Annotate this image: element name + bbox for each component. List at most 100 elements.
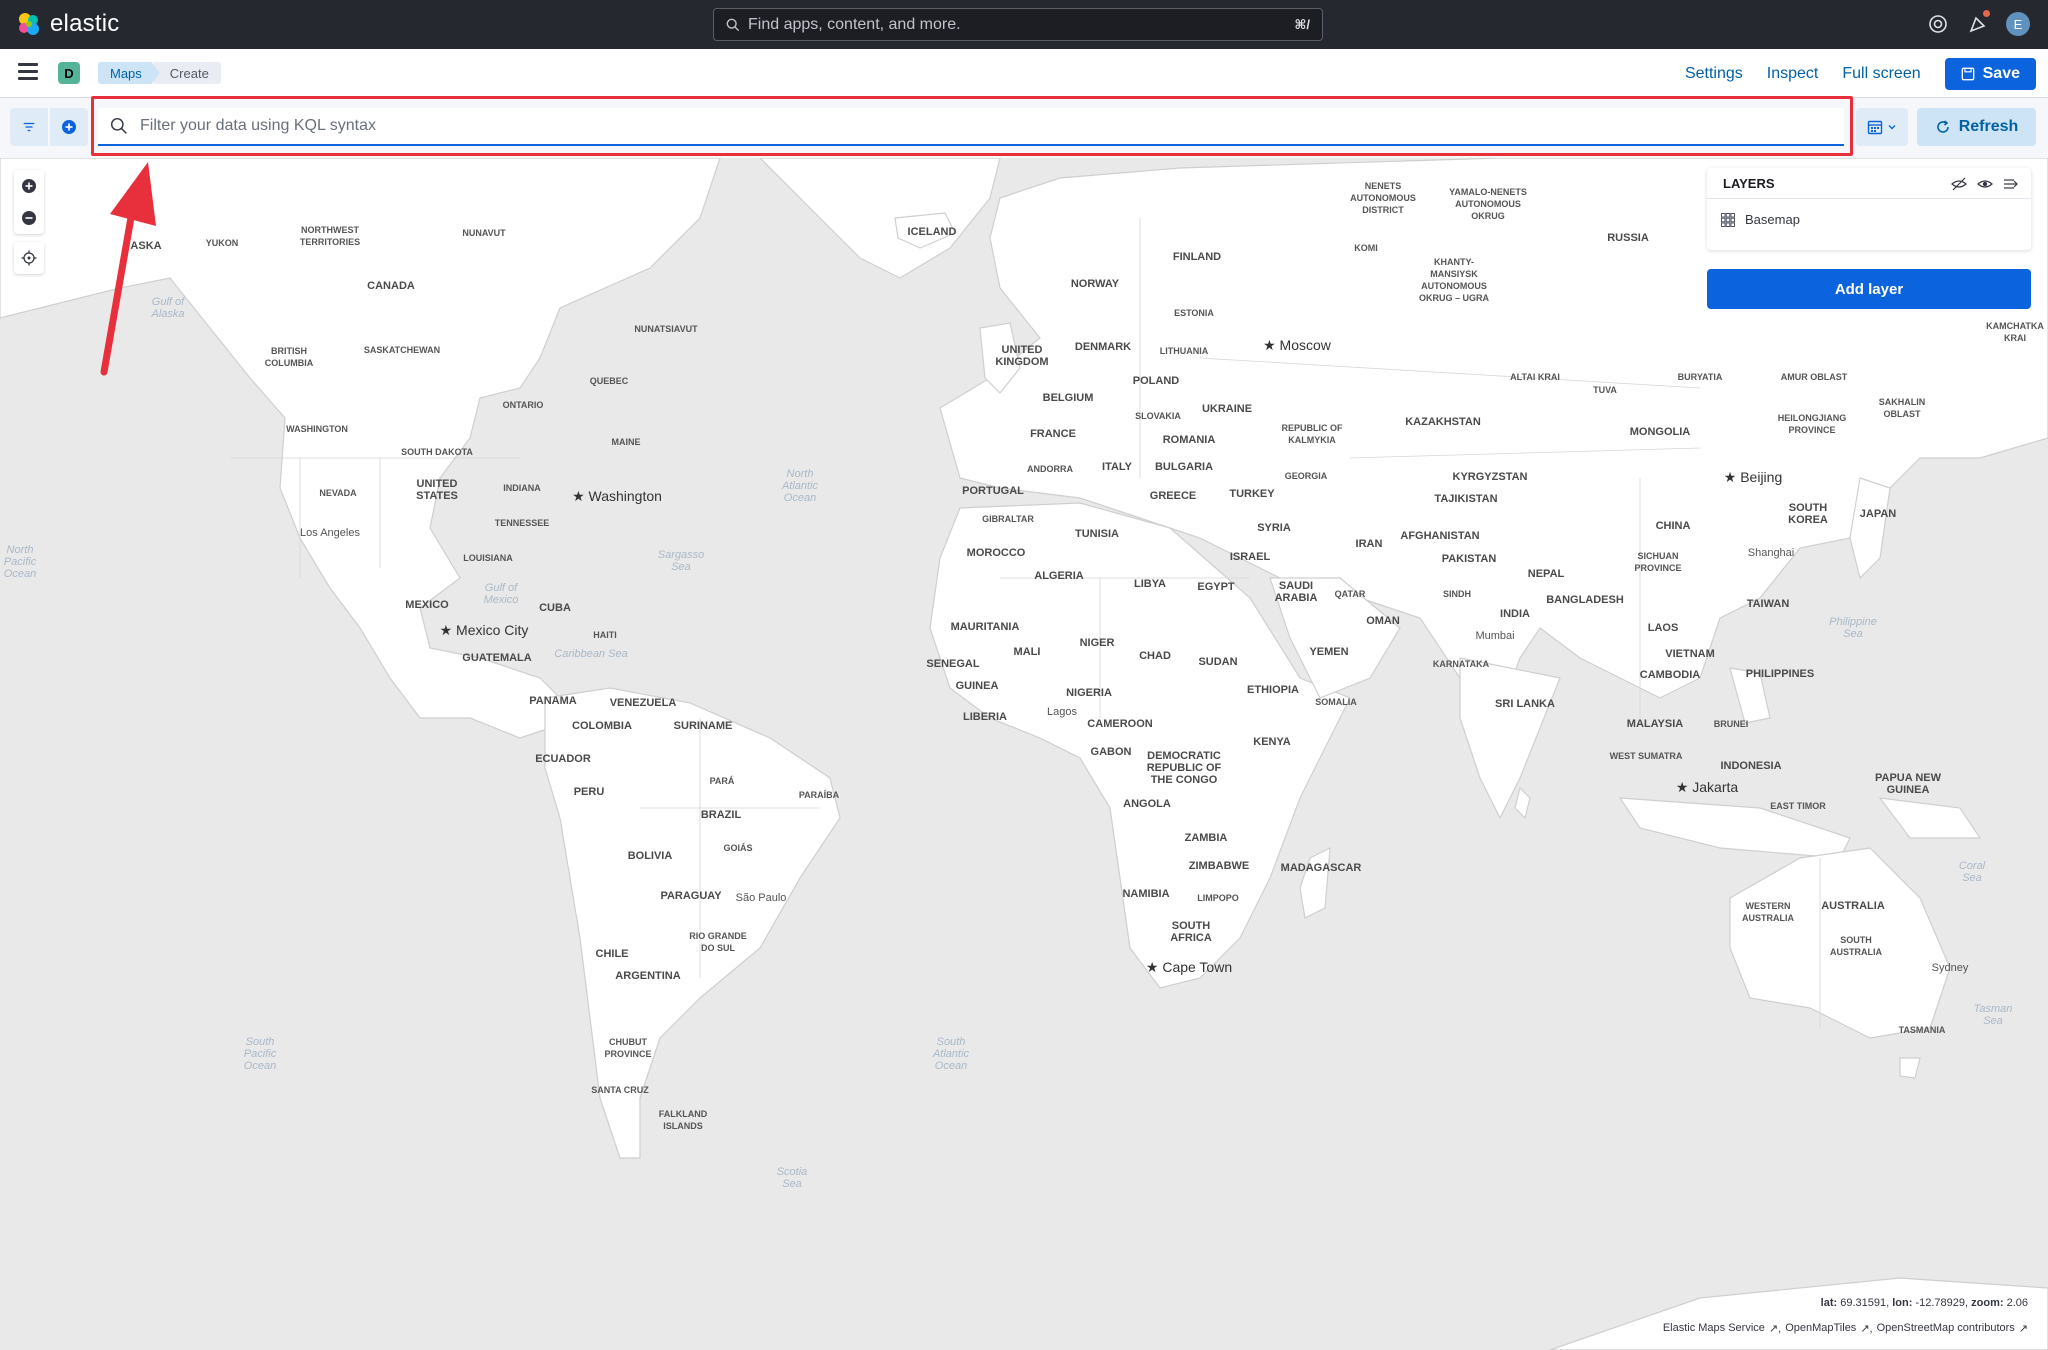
elastic-logo-icon (19, 13, 39, 35)
global-search-field[interactable]: Find apps, content, and more. ⌘/ (713, 8, 1323, 41)
layer-item-basemap[interactable]: Basemap (1721, 212, 1800, 227)
filter-options-button[interactable] (10, 108, 48, 146)
chevron-down-icon (1888, 125, 1896, 130)
cheer-icon (1969, 16, 1986, 33)
country-label: GREECE (1149, 490, 1197, 502)
settings-link[interactable]: Settings (1685, 65, 1743, 83)
country-label: MEXICO (405, 599, 449, 611)
country-label: YAMALO-NENETS AUTONOMOUS OKRUG (1449, 187, 1527, 221)
country-label: BELGIUM (1042, 392, 1094, 404)
country-label: NUNATSIAVUT (634, 324, 698, 334)
kql-query-input[interactable] (140, 117, 1832, 135)
city-name: Beijing (1740, 469, 1783, 485)
refresh-button[interactable]: Refresh (1917, 108, 2036, 146)
country-label: YEMEN (1309, 646, 1349, 658)
country-label: SOUTH AFRICA (1170, 920, 1212, 944)
country-label: LITHUANIA (1159, 346, 1209, 356)
country-label: NAMIBIA (1122, 888, 1170, 900)
city-name: Jakarta (1692, 779, 1739, 795)
country-label: AMUR OBLAST (1780, 372, 1848, 382)
full-screen-link[interactable]: Full screen (1842, 65, 1920, 83)
zoom-value: 2.06 (2006, 1297, 2028, 1309)
minus-in-circle-icon (22, 211, 36, 225)
save-button[interactable]: Save (1944, 58, 2036, 90)
country-label: CHUBUT PROVINCE (604, 1037, 652, 1059)
country-label: PERU (573, 786, 605, 798)
fit-to-data-button[interactable] (14, 242, 44, 274)
country-label: SANTA CRUZ (591, 1085, 649, 1095)
eye-closed-icon[interactable] (1951, 176, 1967, 192)
hamburger-menu-button[interactable] (18, 63, 38, 83)
country-label: PHILIPPINES (1745, 668, 1815, 680)
country-label: VENEZUELA (609, 697, 677, 709)
zoom-in-button[interactable] (14, 170, 44, 202)
plus-in-circle-icon (62, 120, 76, 134)
country-label: RUSSIA (1607, 232, 1649, 244)
country-label: LIMPOPO (1197, 893, 1239, 903)
country-label: KOMI (1354, 243, 1378, 253)
country-label: KHANTY-MANSIYSK AUTONOMOUS OKRUG – UGRA (1418, 257, 1489, 303)
country-label: ZAMBIA (1184, 832, 1228, 844)
country-label: DEMOCRATIC REPUBLIC OF THE CONGO (1146, 750, 1222, 786)
madagascar-shape (1299, 846, 1331, 919)
external-link-icon: ↗ (2018, 1323, 2028, 1335)
refresh-icon (1936, 120, 1949, 133)
date-picker-button[interactable] (1856, 108, 1908, 146)
space-avatar[interactable]: D (58, 62, 80, 84)
country-label: CAMBODIA (1639, 669, 1701, 681)
country-label: UNITED STATES (416, 478, 458, 502)
breadcrumb-create: Create (153, 62, 221, 84)
user-avatar[interactable]: E (2006, 12, 2030, 36)
country-label: VIETNAM (1665, 648, 1715, 660)
save-icon (1961, 67, 1974, 81)
add-layer-button[interactable]: Add layer (1707, 269, 2031, 309)
ocean-label: South Pacific Ocean (243, 1036, 277, 1072)
country-label: NUNAVUT (462, 228, 506, 238)
help-button[interactable] (1926, 12, 1950, 36)
country-label: YUKON (205, 238, 239, 248)
collapse-panel-icon[interactable] (2003, 176, 2019, 192)
country-label: BULGARIA (1154, 461, 1214, 473)
elastic-logo[interactable]: elastic (16, 10, 119, 38)
calendar-icon (1867, 120, 1883, 135)
attribution-link-ems[interactable]: Elastic Maps Service (1663, 1322, 1765, 1335)
global-header: elastic Find apps, content, and more. ⌘/… (0, 0, 2048, 49)
country-label: GUINEA (955, 680, 999, 692)
country-label: BRITISH COLUMBIA (264, 346, 314, 368)
country-label: GOIÁS (723, 843, 753, 853)
country-label: INDONESIA (1720, 760, 1782, 772)
add-filter-button[interactable] (50, 108, 88, 146)
country-label: CHILE (595, 948, 629, 960)
map-canvas[interactable]: ASKA YUKON NORTHWEST TERRITORIES NUNAVUT… (0, 158, 2048, 1350)
country-label: LOUISIANA (463, 553, 513, 563)
global-search-placeholder: Find apps, content, and more. (748, 15, 961, 33)
country-label: GIBRALTAR (982, 514, 1034, 524)
country-label: TAIWAN (1746, 598, 1790, 610)
breadcrumb-maps[interactable]: Maps (98, 62, 160, 84)
country-label: KENYA (1253, 736, 1291, 748)
mouse-coordinates: lat: 69.31591, lon: -12.78929, zoom: 2.0… (1816, 1296, 2032, 1310)
kql-search-field[interactable] (98, 108, 1844, 146)
sri-lanka-shape (1514, 786, 1531, 820)
news-feed-button[interactable] (1966, 10, 1990, 36)
layer-name: Basemap (1745, 212, 1800, 227)
grid-icon (1721, 212, 1735, 227)
country-label: ANDORRA (1027, 464, 1073, 474)
attribution-link-openmaptiles[interactable]: OpenMapTiles (1785, 1322, 1856, 1335)
country-label: EGYPT (1197, 581, 1235, 593)
attribution-link-osm[interactable]: OpenStreetMap contributors (1877, 1322, 2015, 1335)
country-label: MAURITANIA (950, 621, 1020, 633)
city-label: São Paulo (735, 892, 787, 904)
country-label: SAUDI ARABIA (1274, 580, 1318, 604)
country-label: WASHINGTON (286, 424, 348, 434)
country-label: QUEBEC (589, 376, 629, 386)
city-label: Sydney (1931, 962, 1969, 974)
city-label: ★ Beijing (1723, 469, 1783, 485)
country-label: UNITED KINGDOM (995, 344, 1049, 368)
country-label: SOUTH AUSTRALIA (1830, 935, 1882, 957)
inspect-link[interactable]: Inspect (1767, 65, 1819, 83)
country-label: NIGER (1079, 637, 1115, 649)
hamburger-line (18, 77, 38, 80)
zoom-out-button[interactable] (14, 202, 44, 234)
eye-icon[interactable] (1977, 176, 1993, 192)
